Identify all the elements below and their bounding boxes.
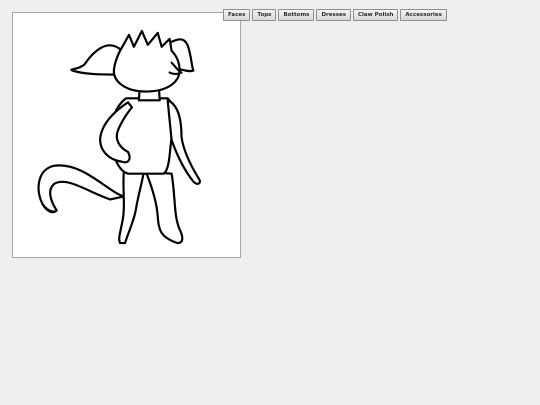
cat-character-base <box>37 29 201 245</box>
cat-head <box>112 29 181 93</box>
category-tab-bar: Faces Tops Bottoms Dresses Claw Polish A… <box>223 9 447 21</box>
tab-claw-polish[interactable]: Claw Polish <box>353 9 399 21</box>
cat-left-leg <box>118 168 145 245</box>
tab-accessories[interactable]: Accessories <box>400 9 447 21</box>
cat-right-leg <box>144 170 184 245</box>
cat-tail <box>37 164 126 213</box>
tab-faces[interactable]: Faces <box>223 9 251 21</box>
tab-bottoms[interactable]: Bottoms <box>278 9 315 21</box>
dressup-canvas[interactable] <box>12 12 241 258</box>
tab-tops[interactable]: Tops <box>252 9 277 21</box>
tab-dresses[interactable]: Dresses <box>316 9 352 21</box>
cat-right-arm <box>166 99 201 185</box>
